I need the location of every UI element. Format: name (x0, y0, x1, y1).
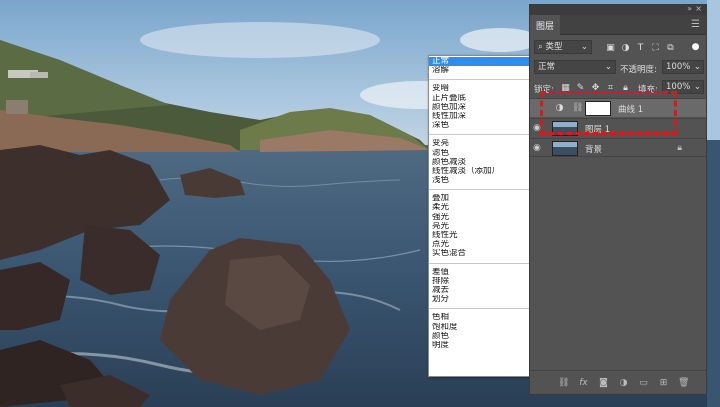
blend-menu-item[interactable]: 滤色 (429, 149, 533, 158)
filter-row: ⌕ 类型 ⌄ ▣ ◑ T ⛶ ⧉ ● (530, 40, 706, 56)
opacity-value: 100% (666, 62, 691, 72)
trash-icon[interactable]: 🗑︎ (678, 378, 689, 388)
blend-menu-item[interactable]: 差值 (429, 268, 533, 277)
blend-menu-item[interactable]: 色相 (429, 313, 533, 322)
add-mask-icon[interactable]: ◙ (598, 378, 609, 388)
hamburger-icon[interactable]: ☰ (691, 19, 700, 30)
blend-menu-item[interactable]: 线性光 (429, 231, 533, 240)
shape-filter-icon[interactable]: ⛶ (650, 43, 661, 53)
blend-menu-group: 色相 饱和度 颜色 明度 (429, 313, 533, 354)
lock-icon: 🔒︎ (677, 143, 682, 153)
search-icon: ⌕ (538, 42, 543, 52)
chevron-down-icon: ⌄ (580, 42, 588, 52)
smart-object-filter-icon[interactable]: ⧉ (665, 43, 676, 53)
filter-toggle-icon[interactable]: ● (690, 42, 701, 52)
new-layer-icon[interactable]: ⊞ (658, 378, 669, 388)
link-layers-icon[interactable]: ⛓ (558, 378, 569, 388)
blend-menu-item[interactable]: 线性加深 (429, 112, 533, 121)
blend-mode-dropdown[interactable]: 正常 溶解 变暗 正片叠底 颜色加深 线性加深 深色 变亮 滤色 颜色减淡 线性减淡（添加） 浅色 叠加… (428, 55, 534, 377)
new-adjustment-icon[interactable]: ◑ (618, 378, 629, 388)
layer-row-background[interactable]: ◉ 背景 🔒︎ (530, 138, 706, 157)
blend-menu-item[interactable]: 深色 (429, 121, 533, 130)
new-group-icon[interactable]: ▭ (638, 378, 649, 388)
blend-menu-item[interactable]: 颜色加深 (429, 103, 533, 112)
panel-bottom-toolbar: ⛓ fx ◙ ◑ ▭ ⊞ 🗑︎ (530, 370, 706, 394)
blend-menu-item[interactable]: 浅色 (429, 176, 533, 185)
layer-name: 背景 (585, 145, 603, 155)
fx-icon[interactable]: fx (578, 378, 589, 388)
blend-menu-group: 正常 溶解 (429, 57, 533, 81)
opacity-input[interactable]: 100% ⌄ (662, 60, 704, 74)
blend-opacity-row: 正常 ⌄ 不透明度: 100% ⌄ (530, 60, 706, 76)
chevron-down-icon: ⌄ (693, 62, 701, 72)
pixel-filter-icon[interactable]: ▣ (605, 43, 616, 53)
blend-menu-item[interactable]: 叠加 (429, 194, 533, 203)
eye-icon[interactable]: ◉ (533, 143, 541, 153)
collapse-icon[interactable]: » (687, 4, 692, 13)
layer-thumbnail[interactable] (552, 141, 578, 156)
panel-titlebar[interactable]: » × (530, 4, 706, 15)
blend-menu-item[interactable]: 柔光 (429, 203, 533, 212)
layers-panel: » × 图层 ☰ ⌕ 类型 ⌄ ▣ ◑ T ⛶ ⧉ ● 正常 ⌄ 不透明度: 1… (529, 4, 707, 395)
annotation-highlight (540, 91, 677, 135)
blend-menu-item[interactable]: 变亮 (429, 139, 533, 148)
blend-menu-item[interactable]: 强光 (429, 213, 533, 222)
adjustment-filter-icon[interactable]: ◑ (620, 43, 631, 53)
blend-menu-group: 叠加 柔光 强光 亮光 线性光 点光 实色混合 (429, 194, 533, 264)
type-filter-icon[interactable]: T (635, 43, 646, 53)
blend-menu-item[interactable]: 正片叠底 (429, 94, 533, 103)
blend-menu-item[interactable]: 正常 (429, 57, 533, 67)
blend-mode-value: 正常 (538, 62, 556, 72)
blend-menu-item[interactable]: 溶解 (429, 66, 533, 75)
filter-kind-select[interactable]: ⌕ 类型 ⌄ (534, 40, 592, 54)
panel-tab-row: 图层 ☰ (530, 15, 706, 35)
chevron-down-icon: ⌄ (604, 62, 612, 72)
blend-menu-group: 变亮 滤色 颜色减淡 线性减淡（添加） 浅色 (429, 139, 533, 191)
close-icon[interactable]: × (695, 4, 702, 13)
blend-menu-item[interactable]: 明度 (429, 341, 533, 350)
opacity-label: 不透明度: (620, 65, 657, 75)
blend-menu-group: 变暗 正片叠底 颜色加深 线性加深 深色 (429, 84, 533, 136)
blend-menu-item[interactable]: 颜色 (429, 332, 533, 341)
blend-menu-item[interactable]: 线性减淡（添加） (429, 167, 533, 176)
blend-menu-item[interactable]: 饱和度 (429, 323, 533, 332)
blend-menu-item[interactable]: 亮光 (429, 222, 533, 231)
chevron-down-icon: ⌄ (693, 82, 701, 92)
blend-menu-item[interactable]: 减去 (429, 286, 533, 295)
tab-layers[interactable]: 图层 (530, 15, 561, 35)
filter-kind-label: 类型 (545, 42, 563, 52)
blend-menu-item[interactable]: 点光 (429, 240, 533, 249)
blend-mode-select[interactable]: 正常 ⌄ (534, 60, 616, 74)
blend-menu-item[interactable]: 实色混合 (429, 249, 533, 258)
blend-menu-item[interactable]: 变暗 (429, 84, 533, 93)
blend-menu-item[interactable]: 排除 (429, 277, 533, 286)
blend-menu-item[interactable]: 划分 (429, 295, 533, 304)
blend-menu-group: 差值 排除 减去 划分 (429, 268, 533, 310)
blend-menu-item[interactable]: 颜色减淡 (429, 158, 533, 167)
